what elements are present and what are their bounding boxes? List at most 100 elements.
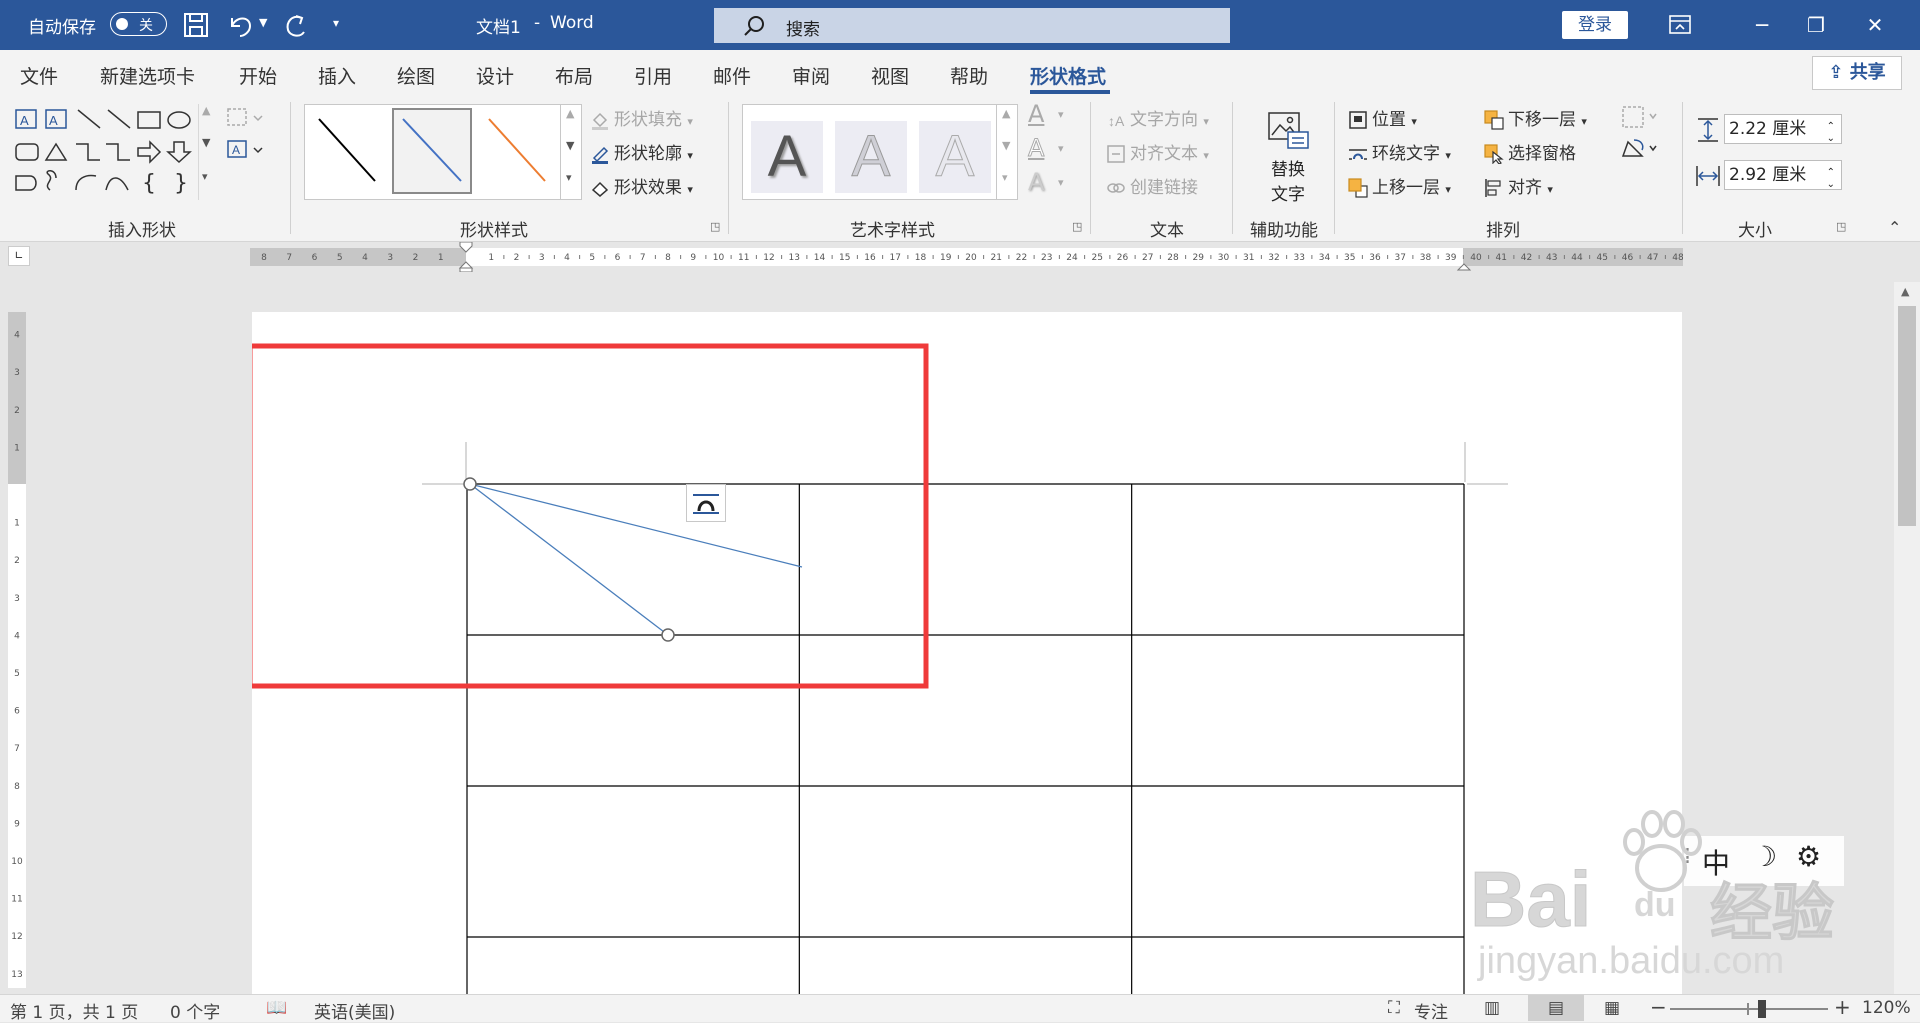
layout-options-button[interactable] (686, 484, 726, 522)
tab-layout[interactable]: 布局 (555, 62, 593, 89)
send-backward-button[interactable]: 下移一层 ▾ (1484, 105, 1587, 130)
web-layout-icon[interactable]: ▦ (1604, 998, 1620, 1018)
align-button[interactable]: 对齐 ▾ (1484, 173, 1553, 198)
text-outline-dropdown-icon[interactable]: ▾ (1058, 142, 1064, 155)
shape-effects-button[interactable]: 形状效果 ▾ (590, 173, 693, 198)
text-box-icon[interactable]: A (226, 138, 266, 162)
text-effects-icon[interactable]: A (1028, 168, 1044, 196)
line-end-handle[interactable] (661, 628, 675, 642)
undo-dropdown-icon[interactable]: ▼ (259, 16, 267, 29)
selection-pane-button[interactable]: 选择窗格 (1484, 139, 1576, 165)
shape-outline-button[interactable]: 形状轮廓 ▾ (590, 139, 693, 164)
text-fill-icon[interactable]: A (1028, 100, 1044, 128)
tab-file[interactable]: 文件 (20, 62, 58, 89)
alt-text-button[interactable]: 替换 文字 (1250, 110, 1326, 210)
gallery-more-icon[interactable]: ▾ (202, 170, 208, 183)
width-down-icon[interactable]: ⌄ (1827, 171, 1835, 199)
wordart-launcher-icon[interactable]: ◳ (1072, 220, 1082, 233)
tab-mailings[interactable]: 邮件 (713, 62, 751, 89)
wordart-style-2[interactable]: A (835, 121, 907, 193)
tab-review[interactable]: 审阅 (792, 62, 830, 89)
tab-selector-icon[interactable]: ∟ (8, 246, 30, 266)
size-launcher-icon[interactable]: ◳ (1836, 220, 1846, 233)
document-page[interactable] (252, 312, 1682, 1012)
language-indicator[interactable]: 英语(美国) (314, 998, 395, 1023)
page-count[interactable]: 第 1 页，共 1 页 (10, 998, 138, 1023)
create-link-button[interactable]: 创建链接 (1106, 173, 1198, 198)
restore-icon[interactable]: ❐ (1786, 0, 1846, 50)
wordart-style-1[interactable]: A (751, 121, 823, 193)
height-down-icon[interactable]: ⌄ (1827, 125, 1835, 153)
zoom-out-icon[interactable]: − (1650, 995, 1667, 1019)
rotate-icon[interactable] (1620, 136, 1660, 162)
shape-height-input[interactable]: 2.22 厘米 ⌃ ⌄ (1724, 114, 1842, 144)
vertical-ruler[interactable]: 4 3 2 1 1 2 3 4 5 6 7 8 9 10 11 12 13 (8, 312, 26, 988)
shape-styles-launcher-icon[interactable]: ◳ (710, 220, 720, 233)
bring-forward-button[interactable]: 上移一层 ▾ (1348, 173, 1451, 198)
wordart-style-3[interactable]: A (919, 121, 991, 193)
wordart-gallery[interactable]: A A A (742, 104, 998, 200)
text-fill-dropdown-icon[interactable]: ▾ (1058, 108, 1064, 121)
table[interactable] (466, 483, 1465, 1012)
tab-draw[interactable]: 绘图 (397, 62, 435, 89)
tab-help[interactable]: 帮助 (950, 62, 988, 89)
wordart-up-icon[interactable]: ▲ (1002, 107, 1010, 120)
tab-view[interactable]: 视图 (871, 62, 909, 89)
position-button[interactable]: 位置 ▾ (1348, 105, 1417, 130)
wrap-text-button[interactable]: 环绕文字 ▾ (1348, 139, 1451, 164)
edit-shape-icon[interactable] (226, 106, 266, 130)
autosave-toggle[interactable]: 关 (110, 12, 167, 36)
wordart-more-icon[interactable]: ▾ (1002, 171, 1008, 184)
tab-home[interactable]: 开始 (239, 62, 277, 89)
shape-styles-scroll[interactable]: ▲ ▼ ▾ (560, 104, 582, 200)
shapes-gallery-scroll[interactable]: ▲ ▼ ▾ (198, 104, 216, 200)
undo-icon[interactable] (226, 12, 256, 38)
group-icon[interactable] (1620, 104, 1660, 130)
wordart-down-icon[interactable]: ▼ (1002, 139, 1010, 152)
word-count[interactable]: 0 个字 (170, 998, 220, 1023)
text-direction-button[interactable]: ↕A 文字方向 ▾ (1106, 105, 1209, 130)
tab-new-tab[interactable]: 新建选项卡 (100, 62, 195, 89)
selected-line-shape[interactable] (469, 483, 669, 636)
save-icon[interactable] (183, 12, 209, 38)
tab-shape-format[interactable]: 形状格式 (1030, 62, 1106, 89)
redo-icon[interactable] (282, 12, 310, 40)
shape-styles-gallery[interactable] (304, 104, 562, 200)
styles-more-icon[interactable]: ▾ (566, 171, 572, 184)
indent-marker-icon[interactable] (458, 242, 474, 272)
collapse-ribbon-icon[interactable]: ⌃ (1888, 218, 1901, 237)
shapes-gallery[interactable]: A A { } (12, 104, 218, 204)
focus-label[interactable]: 专注 (1414, 998, 1448, 1023)
right-indent-marker-icon[interactable] (1456, 262, 1472, 272)
zoom-slider-thumb[interactable] (1758, 1000, 1766, 1018)
read-mode-icon[interactable]: ▥ (1484, 998, 1500, 1018)
share-button[interactable]: ⇪ 共享 (1812, 56, 1902, 90)
ribbon-display-options-icon[interactable] (1668, 14, 1692, 36)
proofing-icon[interactable]: 📖 (266, 998, 287, 1018)
line-start-handle[interactable] (463, 477, 477, 491)
gallery-down-icon[interactable]: ▼ (202, 136, 210, 149)
wordart-scroll[interactable]: ▲ ▼ ▾ (996, 104, 1018, 200)
text-effects-dropdown-icon[interactable]: ▾ (1058, 176, 1064, 189)
scroll-up-icon[interactable]: ▲ (1901, 285, 1909, 298)
login-button[interactable]: 登录 (1562, 11, 1628, 39)
drawn-line-shape[interactable] (469, 483, 803, 568)
zoom-slider[interactable] (1670, 1000, 1828, 1018)
vertical-scrollbar[interactable]: ▲ (1894, 282, 1920, 994)
text-outline-icon[interactable]: A (1027, 134, 1044, 163)
shape-fill-button[interactable]: 形状填充 ▾ (590, 105, 693, 130)
gallery-up-icon[interactable]: ▲ (202, 104, 210, 117)
zoom-level[interactable]: 120% (1862, 998, 1911, 1018)
close-icon[interactable]: ✕ (1845, 0, 1905, 50)
customize-qat-icon[interactable]: ▾ (333, 16, 339, 30)
styles-up-icon[interactable]: ▲ (566, 107, 574, 120)
search-box[interactable]: 搜索 (714, 8, 1230, 43)
zoom-in-icon[interactable]: + (1834, 995, 1851, 1019)
styles-down-icon[interactable]: ▼ (566, 139, 574, 152)
print-layout-icon[interactable]: ▤ (1528, 995, 1584, 1021)
focus-icon[interactable]: ⛶ (1388, 998, 1400, 1018)
tab-design[interactable]: 设计 (476, 62, 514, 89)
scrollbar-thumb[interactable] (1898, 306, 1916, 526)
minimize-icon[interactable]: ─ (1732, 0, 1792, 50)
tab-references[interactable]: 引用 (634, 62, 672, 89)
